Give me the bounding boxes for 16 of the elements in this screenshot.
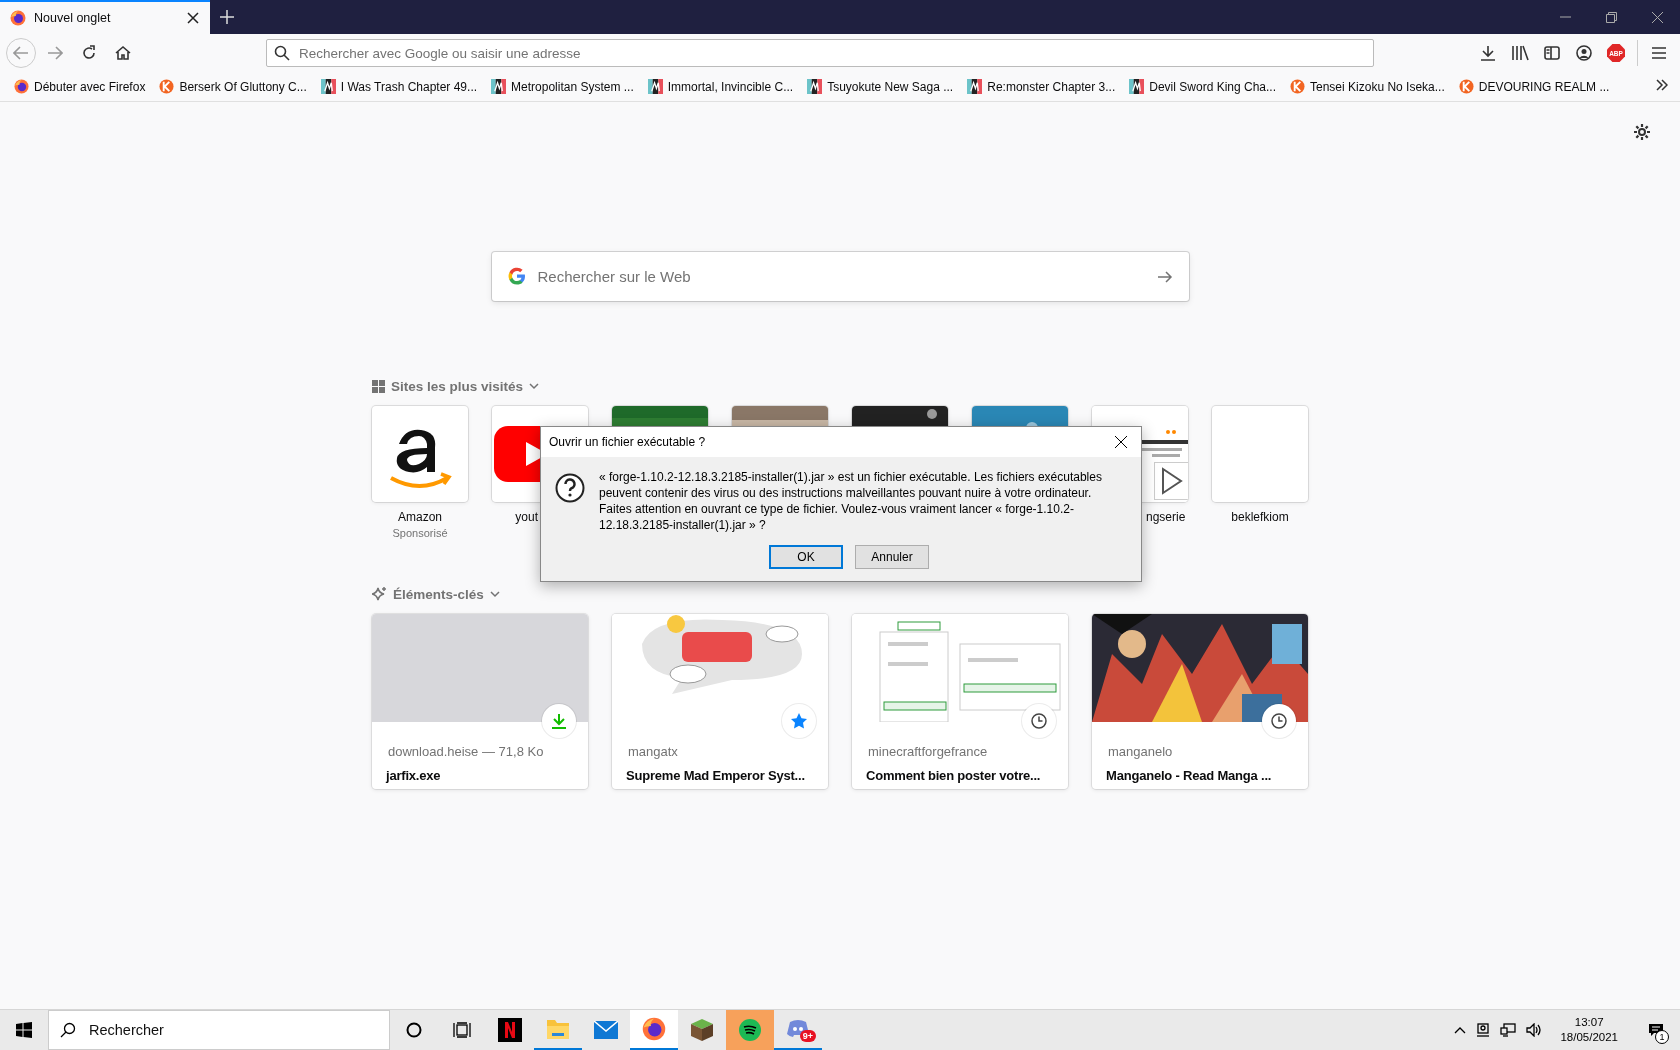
site-label: ngserie: [1146, 510, 1186, 524]
site-label: beklefkiom: [1231, 510, 1289, 524]
card-title: Manganelo - Read Manga ...: [1106, 768, 1272, 783]
card-title: Supreme Mad Emperor Syst...: [626, 768, 805, 783]
card-title: jarfix.exe: [386, 768, 441, 783]
card-source: manganelo: [1108, 744, 1173, 759]
site-label: Amazon: [398, 510, 442, 524]
notification-badge: 9+: [799, 1030, 816, 1042]
card-title: Comment bien poster votre...: [866, 768, 1041, 783]
dialog-message: « forge-1.10.2-12.18.3.2185-installer(1).jar » est un fichier exécutable. Les fichiers exécutables peuvent contenir des virus ou des instructions malveillantes pouvant nuire à votre ordinateur. Faites attention en ouvrant ce type de fichier. Voulez-vous vraiment lancer « forge-1.10.2-12.18.3.2185-installer(1).jar » ?: [599, 469, 1103, 533]
site-label: yout: [515, 510, 538, 524]
card-source: download.heise — 71,8 Ko: [388, 744, 544, 759]
dialog-title: Ouvrir un fichier exécutable ?: [549, 435, 706, 449]
card-source: mangatx: [628, 744, 678, 759]
sponsored-label: Sponsorisé: [392, 527, 448, 539]
card-source: minecraftforgefrance: [868, 744, 988, 759]
